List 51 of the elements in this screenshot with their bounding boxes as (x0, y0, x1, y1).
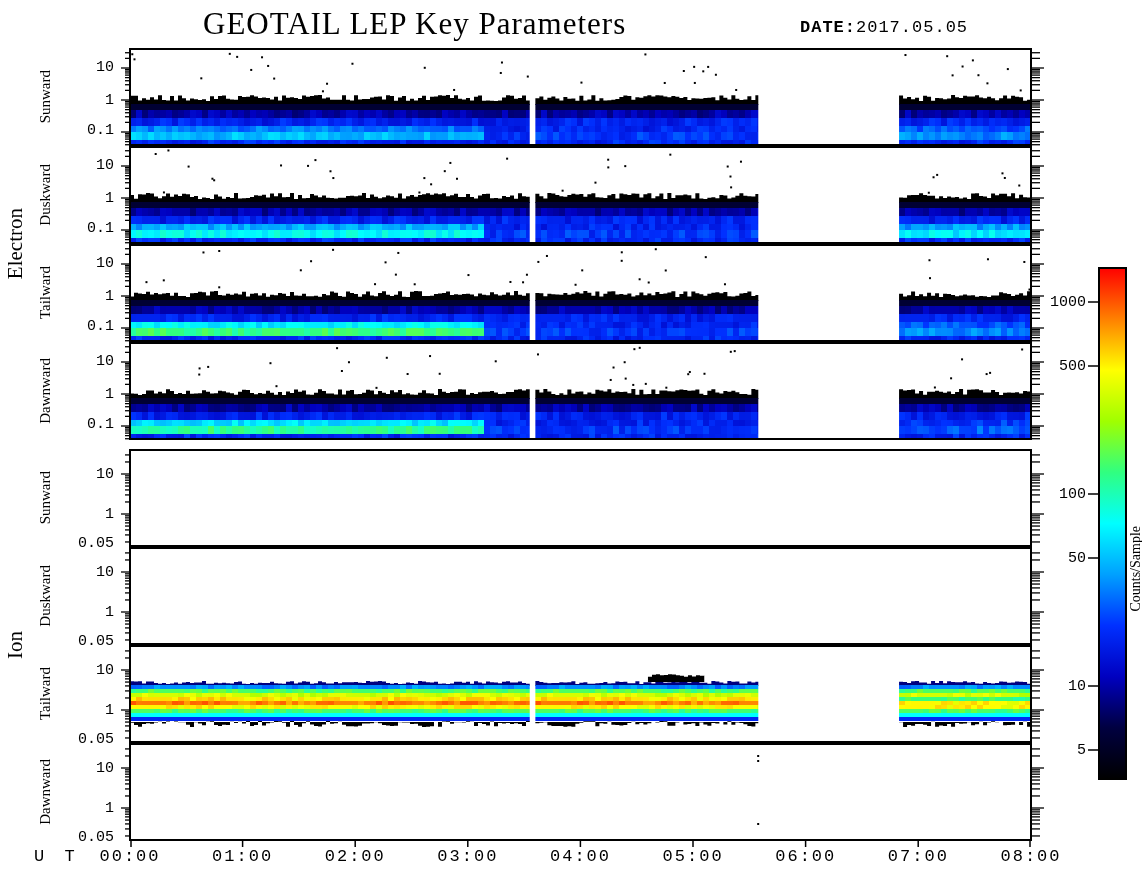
axis-tick-label: 1 (105, 603, 114, 621)
panel-label: Tailward (36, 266, 54, 320)
axis-tick-label: 10 (96, 254, 114, 272)
time-tick-label: 03:00 (437, 847, 499, 866)
axis-tick-label: 10 (96, 563, 114, 581)
panel-label: Dawnward (36, 358, 54, 424)
axis-tick-label: 1 (105, 91, 114, 109)
axis-tick-label: 10 (96, 661, 114, 679)
axis-tick-label: 1 (105, 799, 114, 817)
colorbar-tick-label: 5 (1077, 741, 1086, 759)
time-tick-label: 00:00 (99, 847, 161, 866)
axis-tick-label: 0.05 (78, 730, 114, 748)
colorbar-tick-label: 10 (1068, 677, 1086, 695)
time-tick-label: 05:00 (662, 847, 724, 866)
panel-label: Sunward (36, 70, 54, 124)
colorbar-tick-label: 100 (1059, 485, 1086, 503)
panel-label: Duskward (36, 565, 54, 627)
axis-tick-label: 10 (96, 759, 114, 777)
axis-tick-label: 10 (96, 465, 114, 483)
time-tick-label: 04:00 (550, 847, 611, 866)
axis-tick-label: 1 (105, 701, 114, 719)
group-label: Ion (2, 631, 28, 659)
axis-tick-label: 0.1 (87, 121, 114, 139)
axis-tick-label: 0.05 (78, 828, 114, 846)
time-tick-label: 01:00 (212, 847, 274, 866)
colorbar-tick-label: 50 (1068, 549, 1086, 567)
axis-tick-label: 1 (105, 189, 114, 207)
time-tick-label: 08:00 (1000, 847, 1062, 866)
time-tick-label: 02:00 (324, 847, 386, 866)
axis-tick-label: 0.1 (87, 219, 114, 237)
colorbar-tick-label: 1000 (1050, 293, 1086, 311)
date-label: DATE:2017.05.05 (800, 17, 969, 37)
panel-label: Duskward (36, 164, 54, 226)
time-tick-label: 06:00 (775, 847, 837, 866)
colorbar-tick-label: 500 (1059, 357, 1086, 375)
axis-tick-label: 0.05 (78, 534, 114, 552)
axis-tick-label: 1 (105, 287, 114, 305)
panel-label: Dawnward (36, 759, 54, 825)
group-label: Electron (2, 208, 28, 280)
axis-tick-label: 10 (96, 352, 114, 370)
panel-label: Sunward (36, 471, 54, 525)
axis-tick-label: 10 (96, 58, 114, 76)
axis-tick-label: 0.1 (87, 415, 114, 433)
axis-tick-label: 1 (105, 385, 114, 403)
panel-label: Tailward (36, 667, 54, 721)
axis-tick-label: 0.1 (87, 317, 114, 335)
axis-tick-label: 10 (96, 156, 114, 174)
time-tick-label: 07:00 (887, 847, 949, 866)
chart-title: GEOTAIL LEP Key Parameters (203, 6, 628, 42)
axis-tick-label: 0.05 (78, 632, 114, 650)
axis-tick-label: 1 (105, 505, 114, 523)
